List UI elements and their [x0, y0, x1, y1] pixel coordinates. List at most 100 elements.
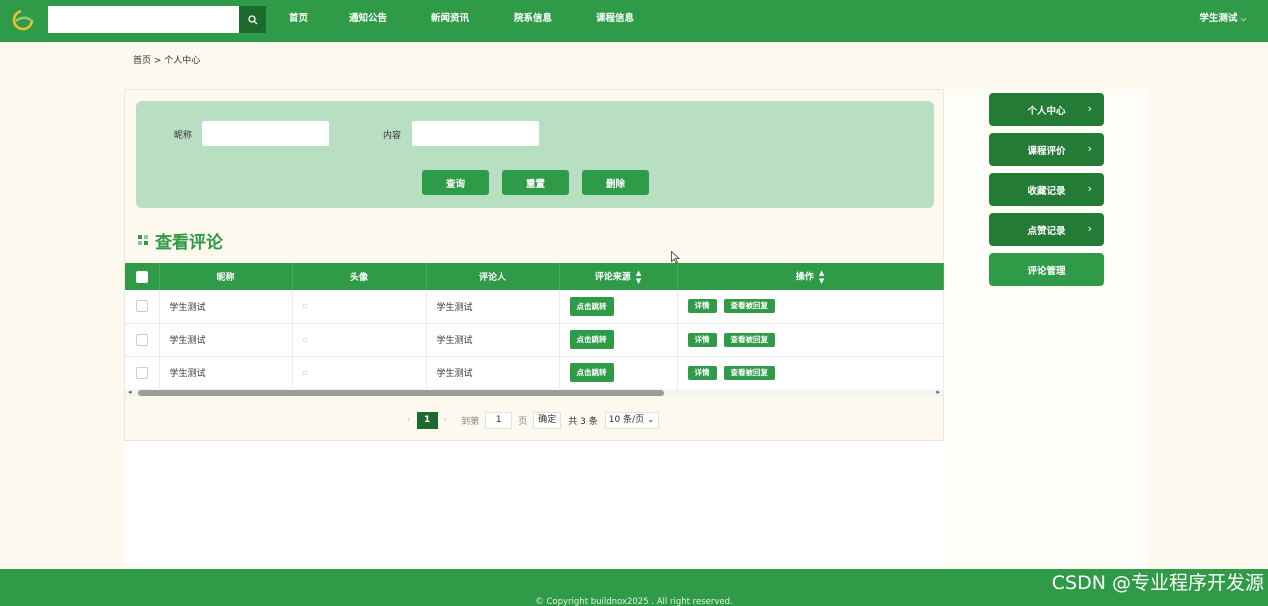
- chevron-right-icon: ›: [1087, 222, 1092, 235]
- jump-button[interactable]: 点击跳转: [569, 330, 614, 349]
- sidebar: 个人中心 › 课程评价 › 收藏记录 › 点赞记录 › 评论管理: [944, 89, 1148, 567]
- content-input[interactable]: [412, 121, 539, 146]
- sidebar-item-comment-management[interactable]: 评论管理: [989, 253, 1104, 286]
- header-avatar: 头像: [292, 263, 427, 290]
- chevron-right-icon: ›: [1087, 102, 1092, 115]
- view-replies-button[interactable]: 查看被回复: [723, 332, 775, 347]
- row-checkbox[interactable]: [135, 366, 148, 379]
- search-bar: [48, 6, 266, 33]
- header-actions[interactable]: 操作 ▲ ▼: [677, 263, 944, 290]
- cell-avatar: ▫: [292, 356, 427, 390]
- scroll-right-icon[interactable]: ▸: [936, 388, 940, 396]
- pagination: ‹ 1 › 到第 1 页 确定 共 3 条 10 条/页 ⌄: [401, 411, 659, 429]
- nav-item-notices[interactable]: 通知公告: [349, 0, 431, 42]
- broken-image-icon: ▫: [302, 368, 308, 377]
- content-label: 内容: [383, 131, 402, 141]
- search-icon: [247, 14, 257, 24]
- cell-commenter: 学生测试: [426, 356, 560, 390]
- sidebar-item-label: 收藏记录: [1027, 185, 1066, 197]
- prev-page-icon[interactable]: ‹: [407, 415, 411, 425]
- horizontal-scrollbar[interactable]: ◂ ▸: [125, 388, 943, 397]
- nav-item-home[interactable]: 首页: [289, 0, 349, 42]
- detail-button[interactable]: 详情: [687, 365, 717, 380]
- chevron-right-icon: ›: [1087, 142, 1092, 155]
- grid-icon: [138, 235, 148, 245]
- nickname-label: 昵称: [174, 131, 193, 141]
- cell-avatar: ▫: [292, 323, 427, 357]
- view-replies-button[interactable]: 查看被回复: [723, 299, 775, 314]
- main-nav: 首页 通知公告 新闻资讯 院系信息 课程信息: [289, 0, 656, 42]
- user-menu[interactable]: 学生测试 ⌵: [1199, 0, 1246, 38]
- cell-commenter: 学生测试: [426, 323, 560, 357]
- row-checkbox[interactable]: [135, 333, 148, 346]
- row-checkbox[interactable]: [135, 300, 148, 313]
- sidebar-item-label: 点赞记录: [1027, 225, 1066, 237]
- view-replies-button[interactable]: 查看被回复: [723, 365, 775, 380]
- cell-actions: 详情 查看被回复: [677, 290, 944, 324]
- user-name: 学生测试: [1199, 13, 1238, 24]
- search-input[interactable]: [48, 6, 239, 33]
- goto-label: 到第: [461, 416, 480, 427]
- sidebar-item-course-review[interactable]: 课程评价 ›: [989, 133, 1104, 166]
- select-all-checkbox[interactable]: [135, 270, 148, 283]
- broken-image-icon: ▫: [302, 335, 308, 344]
- mouse-cursor-icon: [671, 251, 680, 264]
- sort-icon[interactable]: ▲ ▼: [636, 269, 641, 285]
- search-button[interactable]: [239, 6, 266, 33]
- select-all-cell: [125, 263, 160, 290]
- goto-page-input[interactable]: 1: [485, 411, 513, 429]
- row-select-cell: [125, 323, 160, 357]
- cell-source: 点击跳转: [559, 290, 678, 324]
- copyright-text: © Copyright buildnox2025 . All right res…: [535, 597, 733, 606]
- cell-nickname: 学生测试: [159, 356, 293, 390]
- page-size-select[interactable]: 10 条/页 ⌄: [604, 411, 659, 429]
- sidebar-item-label: 课程评价: [1027, 145, 1066, 157]
- jump-button[interactable]: 点击跳转: [569, 296, 614, 316]
- search-submit-button[interactable]: 查询: [422, 170, 489, 195]
- comments-content: 昵称 内容 查询 重置 删除 查看评论 昵称 头像 评论人 评论来源 ▲ ▼ 操…: [124, 89, 944, 441]
- row-select-cell: [125, 356, 160, 390]
- sidebar-item-favorites[interactable]: 收藏记录 ›: [989, 173, 1104, 206]
- cell-avatar: ▫: [292, 290, 427, 324]
- nav-item-departments[interactable]: 院系信息: [514, 0, 596, 42]
- jump-button[interactable]: 点击跳转: [569, 363, 614, 382]
- logo-icon[interactable]: [12, 9, 34, 31]
- table-header-row: 昵称 头像 评论人 评论来源 ▲ ▼ 操作 ▲ ▼: [125, 263, 944, 290]
- sidebar-item-label: 个人中心: [1027, 105, 1066, 117]
- chevron-down-icon: ⌵: [1240, 15, 1246, 23]
- scroll-thumb[interactable]: [138, 390, 664, 396]
- row-select-cell: [125, 290, 160, 324]
- main-panel: 昵称 内容 查询 重置 删除 查看评论 昵称 头像 评论人 评论来源 ▲ ▼ 操…: [124, 89, 944, 567]
- reset-button[interactable]: 重置: [502, 170, 569, 195]
- detail-button[interactable]: 详情: [687, 332, 717, 347]
- table-row: 学生测试 ▫ 学生测试 点击跳转 详情 查看被回复: [125, 356, 944, 390]
- cell-actions: 详情 查看被回复: [677, 356, 944, 390]
- nav-item-news[interactable]: 新闻资讯: [431, 0, 514, 42]
- detail-button[interactable]: 详情: [687, 299, 717, 314]
- nickname-input[interactable]: [202, 121, 329, 146]
- broken-image-icon: ▫: [302, 302, 308, 311]
- cell-source: 点击跳转: [559, 323, 678, 357]
- watermark: CSDN @专业程序开发源: [1051, 572, 1264, 594]
- page-number-current[interactable]: 1: [416, 411, 438, 429]
- scroll-left-icon[interactable]: ◂: [128, 388, 132, 396]
- sidebar-item-likes[interactable]: 点赞记录 ›: [989, 213, 1104, 246]
- sidebar-item-profile[interactable]: 个人中心 ›: [989, 93, 1104, 126]
- goto-confirm-button[interactable]: 确定: [533, 411, 562, 429]
- cell-nickname: 学生测试: [159, 290, 293, 324]
- total-count: 共 3 条: [568, 416, 598, 427]
- delete-button[interactable]: 删除: [582, 170, 649, 195]
- table-row: 学生测试 ▫ 学生测试 点击跳转 详情 查看被回复: [125, 323, 944, 357]
- filter-panel: 昵称 内容 查询 重置 删除: [136, 101, 934, 208]
- cell-source: 点击跳转: [559, 356, 678, 390]
- header-source-label: 评论来源: [594, 272, 631, 282]
- cell-commenter: 学生测试: [426, 290, 560, 324]
- page-unit-label: 页: [518, 416, 528, 427]
- section-title-text: 查看评论: [155, 233, 223, 253]
- breadcrumb: 首页 > 个人中心: [133, 56, 201, 66]
- nav-item-courses[interactable]: 课程信息: [596, 0, 656, 42]
- header-source[interactable]: 评论来源 ▲ ▼: [559, 263, 678, 290]
- sort-icon[interactable]: ▲ ▼: [819, 269, 824, 285]
- cell-actions: 详情 查看被回复: [677, 323, 944, 357]
- next-page-icon[interactable]: ›: [444, 415, 448, 425]
